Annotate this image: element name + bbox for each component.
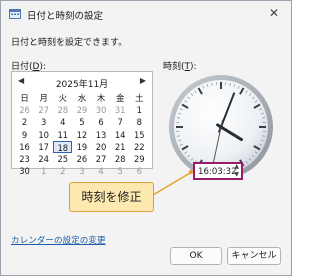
calendar-day[interactable]: 8 <box>130 116 149 128</box>
weekday-header: 月 <box>34 92 53 104</box>
calendar-day[interactable]: 3 <box>72 165 91 177</box>
calendar-day[interactable]: 29 <box>130 153 149 165</box>
calendar-day[interactable]: 17 <box>34 141 53 153</box>
calendar-day[interactable]: 14 <box>111 129 130 141</box>
time-value[interactable]: 16:03:32 <box>198 167 237 177</box>
calendar-month-title[interactable]: 2025年11月 <box>12 77 152 90</box>
weekday-header-row: 日月火水木金土 <box>15 92 149 104</box>
weekday-header: 火 <box>53 92 72 104</box>
calendar-week-row: 2627282930311 <box>15 104 149 116</box>
calendar-day[interactable]: 26 <box>15 104 34 116</box>
time-label: 時刻(T): <box>163 59 197 72</box>
title-bar: 日付と時刻の設定 ✕ <box>1 1 291 27</box>
calendar-day[interactable]: 23 <box>15 153 34 165</box>
calendar-day[interactable]: 30 <box>92 104 111 116</box>
calendar-day[interactable]: 15 <box>130 129 149 141</box>
calendar-week-row: 23242526272829 <box>15 153 149 165</box>
time-input[interactable]: 16:03:32 ▲ ▼ <box>193 162 243 180</box>
cancel-button[interactable]: キャンセル <box>227 247 281 265</box>
calendar-day[interactable]: 10 <box>34 129 53 141</box>
weekday-header: 木 <box>92 92 111 104</box>
calendar-grid: 日月火水木金土262728293031123456789101112131415… <box>15 92 149 177</box>
spin-up-icon[interactable]: ▲ <box>234 163 239 170</box>
calendar-day[interactable]: 9 <box>15 129 34 141</box>
calendar-day-selected[interactable]: 18 <box>53 141 72 153</box>
calendar-day[interactable]: 4 <box>53 116 72 128</box>
calendar-day[interactable]: 22 <box>130 141 149 153</box>
calendar-day[interactable]: 29 <box>72 104 91 116</box>
calendar-day[interactable]: 5 <box>72 116 91 128</box>
next-month-icon[interactable]: ▶ <box>140 76 146 85</box>
calendar-day[interactable]: 26 <box>72 153 91 165</box>
calendar-day[interactable]: 30 <box>15 165 34 177</box>
calendar-day[interactable]: 28 <box>53 104 72 116</box>
calendar-day[interactable]: 2 <box>15 116 34 128</box>
calendar-day[interactable]: 1 <box>34 165 53 177</box>
change-calendar-settings-link[interactable]: カレンダーの設定の変更 <box>11 234 106 246</box>
calendar-day[interactable]: 12 <box>72 129 91 141</box>
calendar-day[interactable]: 28 <box>111 153 130 165</box>
window-title: 日付と時刻の設定 <box>27 8 103 22</box>
calendar-week-row: 16171819202122 <box>15 141 149 153</box>
calendar-day[interactable]: 3 <box>34 116 53 128</box>
calendar-day[interactable]: 20 <box>92 141 111 153</box>
calendar-clock-icon <box>9 8 21 19</box>
calendar-day[interactable]: 11 <box>53 129 72 141</box>
calendar-day[interactable]: 16 <box>15 141 34 153</box>
weekday-header: 日 <box>15 92 34 104</box>
calendar-day[interactable]: 21 <box>111 141 130 153</box>
weekday-header: 金 <box>111 92 130 104</box>
calendar-day[interactable]: 1 <box>130 104 149 116</box>
close-icon: ✕ <box>269 6 279 20</box>
calendar-day[interactable]: 31 <box>111 104 130 116</box>
calendar-day[interactable]: 13 <box>92 129 111 141</box>
time-label-prefix: 時刻( <box>163 62 185 72</box>
weekday-header: 水 <box>72 92 91 104</box>
calendar-day[interactable]: 6 <box>92 116 111 128</box>
date-time-dialog: 日付と時刻の設定 ✕ 日付と時刻を設定できます。 日付(D): 時刻(T): ◀… <box>0 0 292 276</box>
calendar-week-row: 30123456 <box>15 165 149 177</box>
close-button[interactable]: ✕ <box>263 5 285 21</box>
calendar-day[interactable]: 7 <box>111 116 130 128</box>
spin-down-icon[interactable]: ▼ <box>234 171 239 178</box>
clock-center <box>219 125 223 129</box>
calendar-day[interactable]: 5 <box>111 165 130 177</box>
calendar-day[interactable]: 24 <box>34 153 53 165</box>
weekday-header: 土 <box>130 92 149 104</box>
description-text: 日付と時刻を設定できます。 <box>11 35 127 48</box>
calendar-week-row: 9101112131415 <box>15 129 149 141</box>
calendar-day[interactable]: 6 <box>130 165 149 177</box>
calendar-day[interactable]: 2 <box>53 165 72 177</box>
calendar-day[interactable]: 19 <box>72 141 91 153</box>
calendar-day[interactable]: 27 <box>34 104 53 116</box>
calendar-day[interactable]: 4 <box>92 165 111 177</box>
calendar-day[interactable]: 27 <box>92 153 111 165</box>
time-label-suffix: ): <box>190 62 197 72</box>
calendar-week-row: 2345678 <box>15 116 149 128</box>
calendar[interactable]: ◀ 2025年11月 ▶ 日月火水木金土26272829303112345678… <box>11 71 153 169</box>
ok-button[interactable]: OK <box>170 247 222 265</box>
annotation-callout: 時刻を修正 <box>69 182 154 212</box>
calendar-day[interactable]: 25 <box>53 153 72 165</box>
